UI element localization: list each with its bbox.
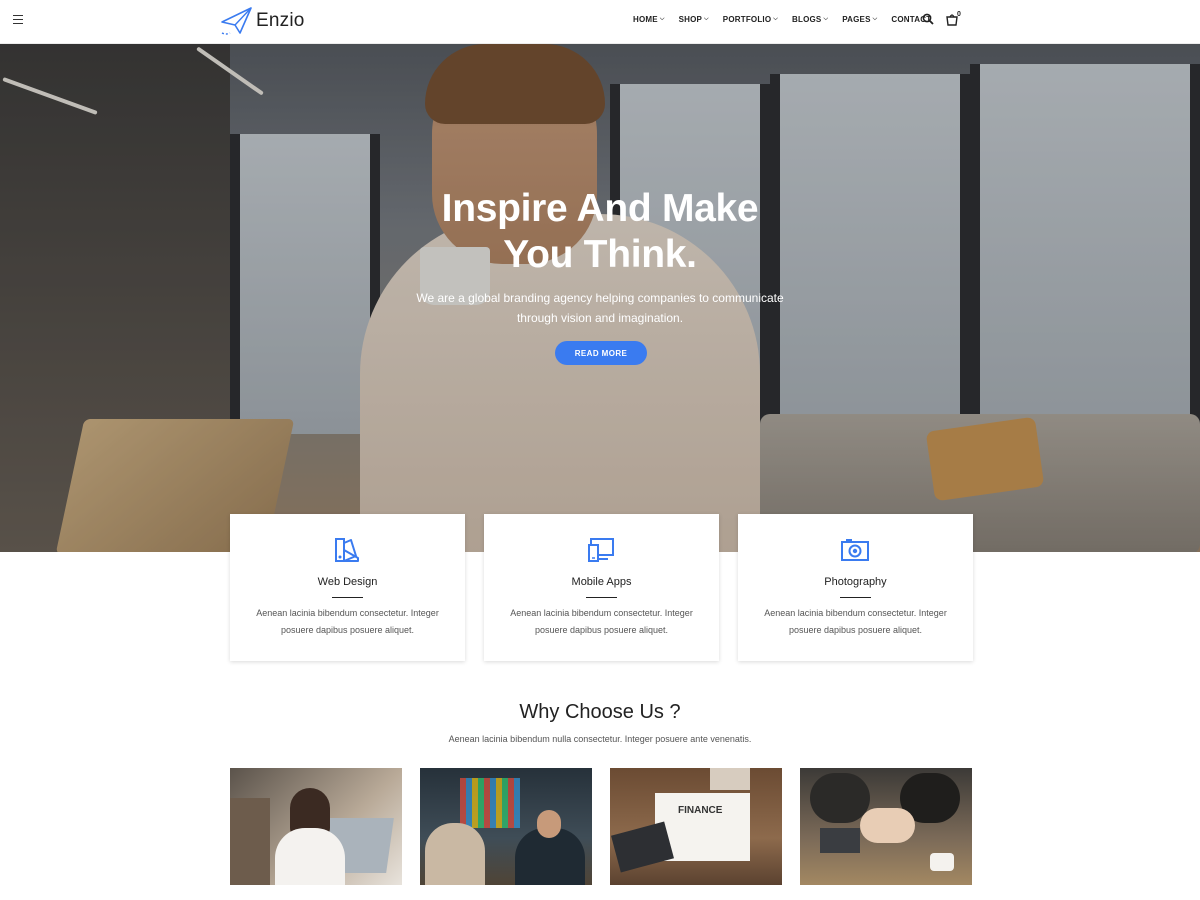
palette-icon [335, 538, 359, 562]
nav-label: HOME [633, 15, 658, 24]
image-detail [425, 823, 485, 885]
hero-subtitle: We are a global branding agency helping … [400, 288, 800, 328]
section-subtitle: Aenean lacinia bibendum nulla consectetu… [448, 734, 752, 744]
logo[interactable]: Enzio [220, 5, 305, 37]
card-divider [840, 597, 871, 598]
image-detail [860, 808, 915, 843]
nav-item-blogs[interactable]: BLOGS ⌵ [792, 15, 828, 24]
nav-label: SHOP [678, 15, 703, 24]
chevron-down-icon: ⌵ [872, 16, 878, 22]
nav-item-home[interactable]: HOME ⌵ [633, 15, 665, 24]
card-text-line: Aenean lacinia bibendum consectetur. Int… [510, 608, 693, 618]
gallery-image-meeting[interactable] [420, 768, 592, 885]
chevron-down-icon: ⌵ [659, 16, 665, 22]
card-text-line: posuere dapibus posuere aliquet. [534, 625, 669, 635]
card-text-line: Aenean lacinia bibendum consectetur. Int… [256, 608, 439, 618]
nav-label: PORTFOLIO [722, 15, 772, 24]
site-header: Enzio HOME ⌵ SHOP ⌵ PORTFOLIO ⌵ BLOGS ⌵ PAGE… [0, 0, 1200, 44]
section-title: Why Choose Us ? [519, 701, 681, 723]
nav-item-pages[interactable]: PAGES ⌵ [842, 15, 877, 24]
card-text: Aenean lacinia bibendum consectetur. Int… [504, 605, 699, 639]
image-detail [537, 810, 561, 838]
card-divider [586, 597, 617, 598]
camera-icon [841, 539, 869, 561]
card-divider [332, 597, 363, 598]
card-title: Photography [824, 576, 887, 588]
image-detail [930, 853, 954, 871]
card-title: Mobile Apps [571, 576, 632, 588]
card-text: Aenean lacinia bibendum consectetur. Int… [758, 605, 953, 639]
logo-text: Enzio [256, 10, 305, 31]
nav-label: BLOGS [792, 15, 822, 24]
image-detail [230, 798, 270, 885]
cart-count-badge: 0 [957, 11, 961, 18]
image-detail [810, 773, 870, 823]
card-text: Aenean lacinia bibendum consectetur. Int… [250, 605, 445, 639]
chevron-down-icon: ⌵ [823, 16, 829, 22]
nav-item-portfolio[interactable]: PORTFOLIO ⌵ [723, 15, 778, 24]
hero-subtitle-line: through vision and imagination. [516, 311, 684, 325]
chevron-down-icon: ⌵ [704, 16, 709, 22]
card-text-line: posuere dapibus posuere aliquet. [788, 625, 923, 635]
hero-subtitle-line: We are a global branding agency helping … [416, 291, 784, 305]
chevron-down-icon: ⌵ [773, 16, 779, 22]
hero-title-line: Inspire And Make [441, 187, 759, 230]
gallery-image-team-hands[interactable] [800, 768, 972, 885]
gallery-image-woman-laptop[interactable] [230, 768, 402, 885]
devices-icon [588, 538, 614, 562]
paper-plane-icon [221, 7, 252, 35]
main-nav: HOME ⌵ SHOP ⌵ PORTFOLIO ⌵ BLOGS ⌵ PAGES ⌵ CON… [633, 15, 945, 24]
image-detail [820, 828, 860, 853]
image-detail [275, 828, 345, 885]
nav-item-shop[interactable]: SHOP ⌵ [679, 15, 709, 24]
gallery-image-finance[interactable]: FINANCE [610, 768, 782, 885]
read-more-button[interactable]: READ MORE [555, 341, 647, 365]
hero-title: Inspire And Make You Think. [380, 186, 820, 278]
card-text-line: Aenean lacinia bibendum consectetur. Int… [764, 608, 947, 618]
menu-icon[interactable] [13, 15, 23, 27]
image-detail [710, 768, 750, 790]
search-icon[interactable] [922, 13, 934, 25]
image-detail [460, 778, 520, 828]
service-card-mobile-apps[interactable]: Mobile Apps Aenean lacinia bibendum cons… [484, 514, 719, 661]
service-card-web-design[interactable]: Web Design Aenean lacinia bibendum conse… [230, 514, 465, 661]
card-title: Web Design [317, 576, 378, 588]
hero-title-line: You Think. [503, 233, 697, 276]
finance-label: FINANCE [678, 805, 723, 816]
nav-label: PAGES [842, 15, 871, 24]
service-card-photography[interactable]: Photography Aenean lacinia bibendum cons… [738, 514, 973, 661]
image-detail [611, 821, 674, 873]
card-text-line: posuere dapibus posuere aliquet. [280, 625, 415, 635]
